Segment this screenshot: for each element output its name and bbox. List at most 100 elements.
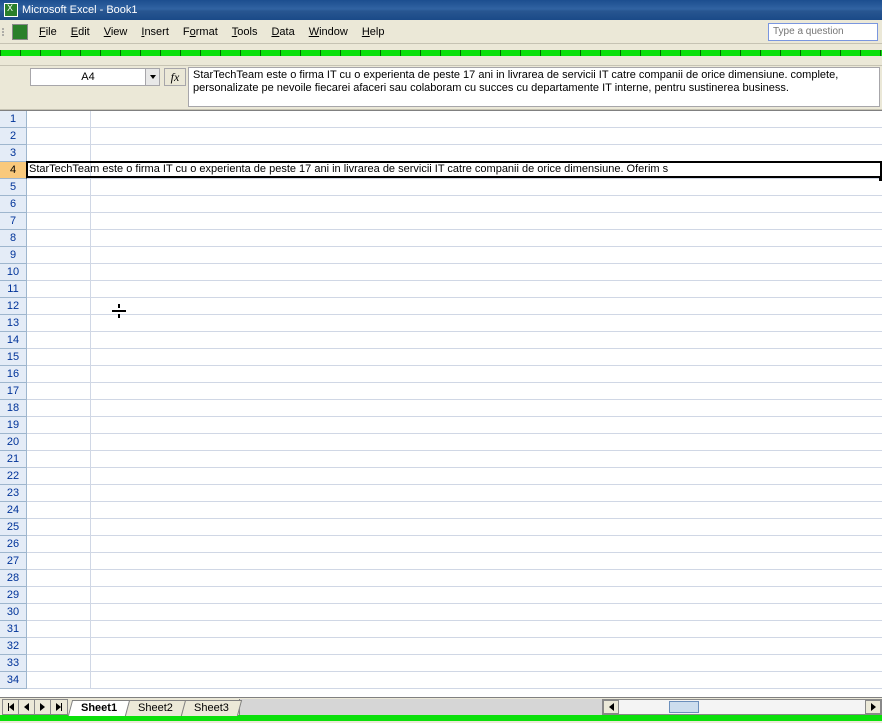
menu-format[interactable]: Format xyxy=(176,23,225,41)
table-row[interactable] xyxy=(27,213,882,230)
row-header[interactable]: 18 xyxy=(0,400,27,417)
table-row[interactable] xyxy=(27,383,882,400)
row-header[interactable]: 12 xyxy=(0,298,27,315)
cell[interactable] xyxy=(27,519,91,536)
row-header[interactable]: 2 xyxy=(0,128,27,145)
cell[interactable] xyxy=(27,553,91,570)
table-row[interactable] xyxy=(27,621,882,638)
menu-data[interactable]: Data xyxy=(264,23,301,41)
cell[interactable] xyxy=(27,128,91,145)
horizontal-scrollbar[interactable] xyxy=(602,699,882,715)
cell[interactable] xyxy=(27,570,91,587)
row-header[interactable]: 5 xyxy=(0,179,27,196)
cell[interactable] xyxy=(27,315,91,332)
table-row[interactable] xyxy=(27,502,882,519)
row-header[interactable]: 29 xyxy=(0,587,27,604)
table-row[interactable] xyxy=(27,434,882,451)
row-header[interactable]: 1 xyxy=(0,111,27,128)
table-row[interactable] xyxy=(27,519,882,536)
row-header[interactable]: 21 xyxy=(0,451,27,468)
cell[interactable] xyxy=(27,417,91,434)
menu-tools[interactable]: Tools xyxy=(225,23,265,41)
row-header[interactable]: 8 xyxy=(0,230,27,247)
row-header[interactable]: 4 xyxy=(0,162,27,179)
scroll-thumb[interactable] xyxy=(669,701,699,713)
cell[interactable] xyxy=(27,213,91,230)
table-row[interactable] xyxy=(27,655,882,672)
app-control-icon[interactable] xyxy=(12,24,28,40)
standard-toolbar[interactable] xyxy=(0,44,882,66)
table-row[interactable] xyxy=(27,196,882,213)
cell[interactable]: StarTechTeam este o firma IT cu o experi… xyxy=(27,162,91,179)
cell[interactable] xyxy=(27,604,91,621)
name-box[interactable]: A4 xyxy=(30,68,160,86)
row-header[interactable]: 16 xyxy=(0,366,27,383)
formula-bar[interactable]: StarTechTeam este o firma IT cu o experi… xyxy=(188,67,880,107)
row-header[interactable]: 30 xyxy=(0,604,27,621)
cell[interactable] xyxy=(27,451,91,468)
row-header[interactable]: 28 xyxy=(0,570,27,587)
cell[interactable] xyxy=(27,145,91,162)
row-header[interactable]: 15 xyxy=(0,349,27,366)
row-header[interactable]: 31 xyxy=(0,621,27,638)
cells-area[interactable]: StarTechTeam este o firma IT cu o experi… xyxy=(27,111,882,697)
cell[interactable] xyxy=(27,349,91,366)
table-row[interactable] xyxy=(27,111,882,128)
scroll-left-button[interactable] xyxy=(603,700,619,714)
cell[interactable] xyxy=(27,281,91,298)
row-header[interactable]: 6 xyxy=(0,196,27,213)
cell[interactable] xyxy=(27,247,91,264)
row-header[interactable]: 11 xyxy=(0,281,27,298)
table-row[interactable] xyxy=(27,366,882,383)
row-header[interactable]: 10 xyxy=(0,264,27,281)
cell[interactable] xyxy=(27,485,91,502)
row-header[interactable]: 7 xyxy=(0,213,27,230)
cell[interactable] xyxy=(27,587,91,604)
row-header[interactable]: 13 xyxy=(0,315,27,332)
menu-edit[interactable]: Edit xyxy=(64,23,97,41)
table-row[interactable] xyxy=(27,485,882,502)
cell[interactable] xyxy=(27,536,91,553)
row-header[interactable]: 17 xyxy=(0,383,27,400)
row-header[interactable]: 14 xyxy=(0,332,27,349)
table-row[interactable] xyxy=(27,230,882,247)
cell[interactable] xyxy=(27,366,91,383)
table-row[interactable] xyxy=(27,570,882,587)
cell[interactable] xyxy=(27,638,91,655)
row-header[interactable]: 27 xyxy=(0,553,27,570)
sheet-nav-last[interactable] xyxy=(51,700,67,714)
table-row[interactable] xyxy=(27,281,882,298)
cell[interactable] xyxy=(27,502,91,519)
table-row[interactable] xyxy=(27,553,882,570)
row-header[interactable]: 19 xyxy=(0,417,27,434)
cell[interactable] xyxy=(27,111,91,128)
table-row[interactable] xyxy=(27,264,882,281)
table-row[interactable] xyxy=(27,247,882,264)
sheet-nav-prev[interactable] xyxy=(19,700,35,714)
cell[interactable] xyxy=(27,230,91,247)
table-row[interactable] xyxy=(27,315,882,332)
table-row[interactable] xyxy=(27,298,882,315)
table-row[interactable] xyxy=(27,604,882,621)
row-header[interactable]: 34 xyxy=(0,672,27,689)
table-row[interactable] xyxy=(27,332,882,349)
cell[interactable] xyxy=(27,468,91,485)
table-row[interactable] xyxy=(27,536,882,553)
table-row[interactable] xyxy=(27,672,882,689)
cell[interactable] xyxy=(27,196,91,213)
table-row[interactable] xyxy=(27,400,882,417)
cell[interactable] xyxy=(27,332,91,349)
row-header[interactable]: 20 xyxy=(0,434,27,451)
menu-file[interactable]: File xyxy=(32,23,64,41)
cell[interactable] xyxy=(27,400,91,417)
sheet-nav-first[interactable] xyxy=(3,700,19,714)
toolbar-handle[interactable] xyxy=(2,23,8,41)
scroll-track[interactable] xyxy=(619,700,865,714)
row-header[interactable]: 26 xyxy=(0,536,27,553)
tab-split-handle[interactable] xyxy=(239,699,602,715)
scroll-right-button[interactable] xyxy=(865,700,881,714)
menu-help[interactable]: Help xyxy=(355,23,392,41)
table-row[interactable] xyxy=(27,349,882,366)
insert-function-button[interactable]: fx xyxy=(164,68,186,86)
cell[interactable] xyxy=(27,179,91,196)
